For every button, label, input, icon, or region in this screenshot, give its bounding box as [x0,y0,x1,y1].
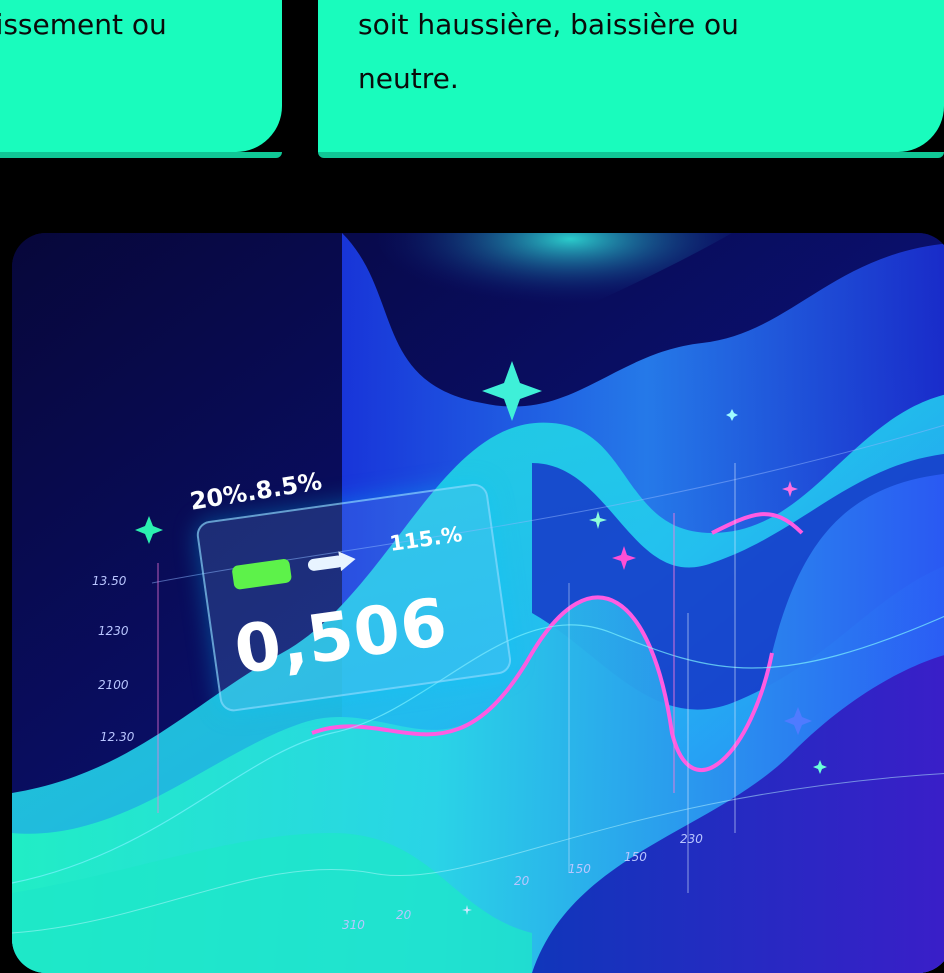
x-tick-label: 20 [514,874,530,888]
x-tick-label: 150 [624,850,647,864]
y-tick-label: 2100 [98,678,129,692]
x-tick-label: 20 [396,908,412,922]
y-tick-label: 12.30 [100,730,135,744]
x-tick-label: 230 [680,832,703,846]
arrow-right-icon [307,551,356,572]
value-glass-card: 115.% 0,506 [195,482,513,714]
info-card-right-line2: neutre. [358,62,459,95]
y-tick-label: 1230 [98,624,129,638]
info-card-left-text: stissement ou [0,8,167,41]
info-card-right-line1: soit haussière, baissière ou [358,8,739,41]
status-pill [231,558,293,591]
y-tick-label: 13.50 [92,574,127,588]
info-card-left: stissement ou [0,0,282,158]
card-percent: 115.% [388,522,464,556]
info-card-right: soit haussière, baissière ou neutre. [318,0,944,158]
x-tick-label: 310 [342,918,365,932]
market-wave-illustration: 13.50 1230 2100 12.30 310 20 20 150 150 … [12,233,944,973]
headline-value: 0,506 [229,583,453,690]
x-tick-label: 150 [568,862,591,876]
